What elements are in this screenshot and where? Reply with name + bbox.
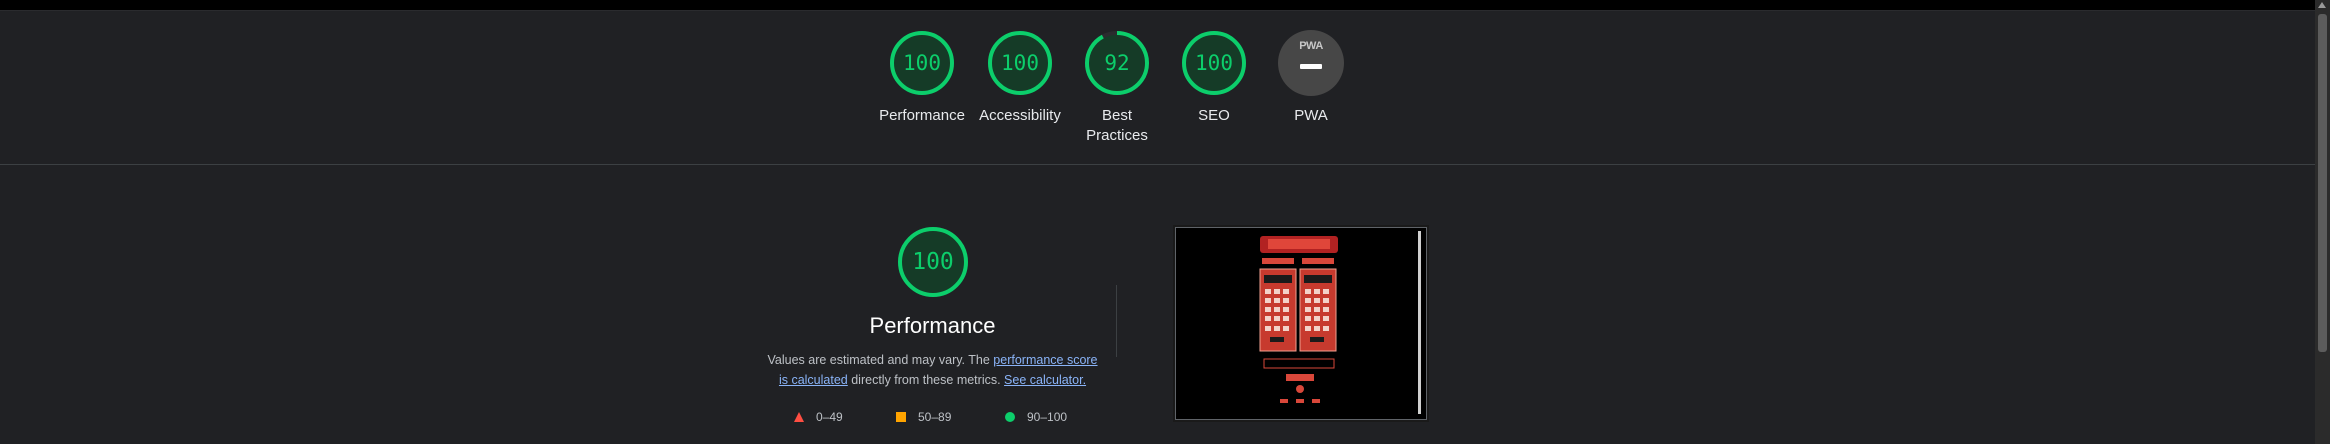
category-score-gauge: 100 [897, 226, 969, 298]
vertical-divider [1116, 285, 1117, 357]
orange-square-icon [896, 412, 906, 422]
performance-category: 100 Performance Values are estimated and… [0, 165, 2315, 444]
final-screenshot[interactable] [1175, 227, 1427, 420]
legend-range: 50–89 [918, 410, 952, 424]
gauge-ring: 92 [1084, 30, 1150, 96]
gauge-value: 100 [1195, 51, 1233, 75]
category-score-value: 100 [912, 249, 954, 275]
legend-range: 90–100 [1027, 410, 1068, 424]
gauge-value: 100 [903, 51, 941, 75]
legend-range: 0–49 [816, 410, 843, 424]
browser-top-strip: ⌃ [0, 0, 2330, 11]
gauge-value: 92 [1104, 51, 1130, 75]
description-text: directly from these metrics. [847, 373, 1005, 387]
scroll-up-icon[interactable] [2318, 2, 2326, 8]
gauge-label: PWA [1294, 107, 1328, 124]
vertical-scrollbar[interactable] [2315, 0, 2330, 444]
pwa-badge-icon: PWA [1278, 30, 1344, 96]
pwa-dash-icon [1300, 64, 1322, 69]
description-text: Values are estimated and may vary. The [767, 353, 994, 367]
red-triangle-icon [794, 412, 804, 422]
gauge-value: 100 [1001, 51, 1039, 75]
scores-summary: 100 Performance 100 Accessibility 92 Bes… [0, 11, 2315, 165]
gauge-ring: 100 [1181, 30, 1247, 96]
category-title: Performance [869, 313, 996, 338]
gauge-label: Best Practices [1086, 107, 1148, 144]
app-screenshot-icon [1180, 231, 1418, 414]
gauge-ring: 100 [889, 30, 955, 96]
scrollbar-thumb[interactable] [2318, 14, 2327, 352]
green-circle-icon [1005, 412, 1015, 422]
screenshot-image [1180, 231, 1421, 414]
pwa-badge-text: PWA [1299, 40, 1323, 52]
see-calculator-link[interactable]: See calculator. [1004, 373, 1086, 387]
collapse-icon[interactable]: ⌃ [2300, 0, 2310, 5]
gauge-ring: 100 [987, 30, 1053, 96]
category-description: Values are estimated and may vary. The p… [765, 350, 1100, 390]
gauge-pwa[interactable]: PWA PWA [1251, 30, 1371, 126]
